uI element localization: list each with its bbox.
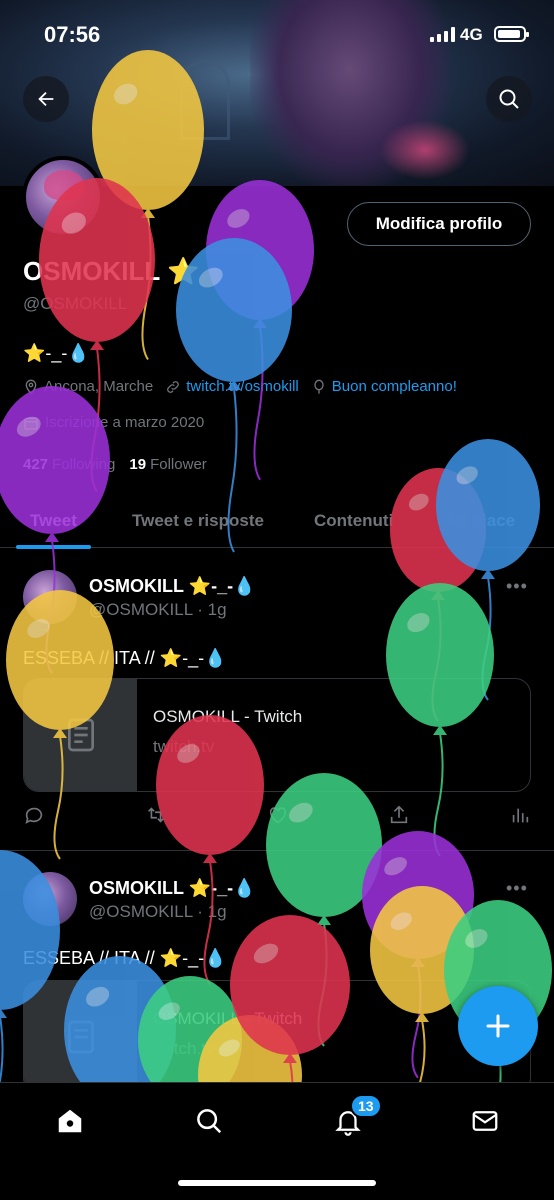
tweet-actions [23, 804, 531, 826]
profile-display-name: OSMOKILL ⭐ [23, 256, 200, 286]
following-label: Following [52, 456, 116, 473]
following-link[interactable]: 427 Following [23, 456, 115, 473]
location-item: Ancona, Marche [23, 378, 153, 395]
card-url: twitch.tv [153, 1039, 215, 1058]
card-thumbnail [24, 981, 137, 1093]
website-link[interactable]: twitch.tv/osmokill [186, 378, 299, 395]
retweet-icon[interactable] [144, 804, 168, 826]
profile-meta: Ancona, Marche twitch.tv/osmokill Buon c… [23, 378, 457, 395]
banner-window-shape [180, 60, 230, 140]
profile-bio: ⭐-_-💧 [23, 343, 90, 363]
location-text: Ancona, Marche [44, 378, 154, 395]
tab-tweet-e-risposte[interactable]: Tweet e risposte [132, 494, 264, 548]
status-time: 07:56 [44, 22, 101, 47]
tweet-more-button[interactable]: ••• [506, 576, 528, 597]
profile-handle: @OSMOKILL [23, 294, 128, 313]
edit-profile-button[interactable]: Modifica profilo [347, 202, 531, 246]
status-bar: 07:56 4G [0, 0, 554, 64]
compose-tweet-button[interactable] [458, 986, 538, 1066]
tab-tweet[interactable]: Tweet [16, 494, 91, 549]
card-thumbnail [24, 679, 137, 791]
like-icon[interactable] [267, 804, 289, 826]
signal-icon [430, 26, 455, 42]
reply-icon[interactable] [23, 804, 45, 826]
search-icon [499, 89, 519, 109]
tab-contenuti[interactable]: Contenuti [314, 494, 393, 548]
nav-search[interactable] [189, 1101, 229, 1141]
calendar-icon [24, 417, 38, 430]
tab-mi-piace[interactable]: Mi piace [448, 494, 515, 548]
search-icon [197, 1109, 222, 1134]
tweet-more-button[interactable]: ••• [506, 878, 528, 899]
link-card[interactable]: OSMOKILL - Twitch twitch.tv [23, 678, 531, 792]
arrow-left-icon [38, 91, 54, 107]
card-url: twitch.tv [153, 737, 215, 756]
notifications-badge: 13 [350, 1094, 382, 1118]
share-icon[interactable] [388, 804, 410, 826]
document-icon [67, 718, 94, 752]
balloon-icon [314, 379, 324, 394]
followers-count: 19 [129, 456, 147, 473]
profile-avatar[interactable] [22, 156, 104, 238]
tweet-author-handle: @OSMOKILL · 1g [89, 600, 227, 619]
tweet-text: ESSEBA // ITA // ⭐-_-💧 [23, 648, 227, 668]
banner-glow [380, 120, 470, 180]
birthday-item: Buon compleanno! [311, 378, 457, 395]
nav-home[interactable] [50, 1101, 90, 1141]
card-title: OSMOKILL - Twitch [153, 1009, 303, 1028]
followers-label: Follower [150, 456, 207, 473]
balloon [206, 180, 314, 481]
search-button[interactable] [486, 76, 532, 122]
follow-stats: 427 Following 19 Follower [23, 456, 207, 473]
birthday-text: Buon compleanno! [331, 378, 457, 395]
following-count: 427 [23, 456, 49, 473]
tweet-author-name[interactable]: OSMOKILL ⭐-_-💧 [89, 576, 256, 597]
location-pin-icon [25, 379, 37, 395]
home-icon [58, 1109, 82, 1133]
profile-tabs: Tweet Tweet e risposte Contenuti Mi piac… [0, 494, 554, 549]
tweet-divider [0, 850, 554, 851]
tweet-author-name[interactable]: OSMOKILL ⭐-_-💧 [89, 878, 256, 899]
network-type: 4G [460, 25, 483, 44]
tweet-text: ESSEBA // ITA // ⭐-_-💧 [23, 948, 227, 968]
balloon [436, 439, 540, 701]
card-title: OSMOKILL - Twitch [153, 707, 303, 726]
analytics-icon[interactable] [509, 804, 531, 826]
followers-link[interactable]: 19 Follower [129, 456, 206, 473]
home-indicator [178, 1180, 376, 1186]
joined-date: Iscrizione a marzo 2020 [23, 414, 204, 431]
mail-icon [472, 1111, 498, 1131]
website-item[interactable]: twitch.tv/osmokill [165, 378, 299, 395]
nav-messages[interactable] [465, 1101, 505, 1141]
tweet-avatar[interactable] [23, 872, 77, 926]
link-icon [167, 380, 180, 393]
document-icon [67, 1020, 94, 1054]
tweet-avatar[interactable] [23, 570, 77, 624]
plus-icon [486, 1014, 510, 1038]
back-button[interactable] [23, 76, 69, 122]
link-card[interactable]: OSMOKILL - Twitch twitch.tv [23, 980, 531, 1094]
tweet-author-handle: @OSMOKILL · 1g [89, 902, 227, 921]
joined-text: Iscrizione a marzo 2020 [45, 414, 205, 431]
battery-icon [494, 26, 529, 42]
